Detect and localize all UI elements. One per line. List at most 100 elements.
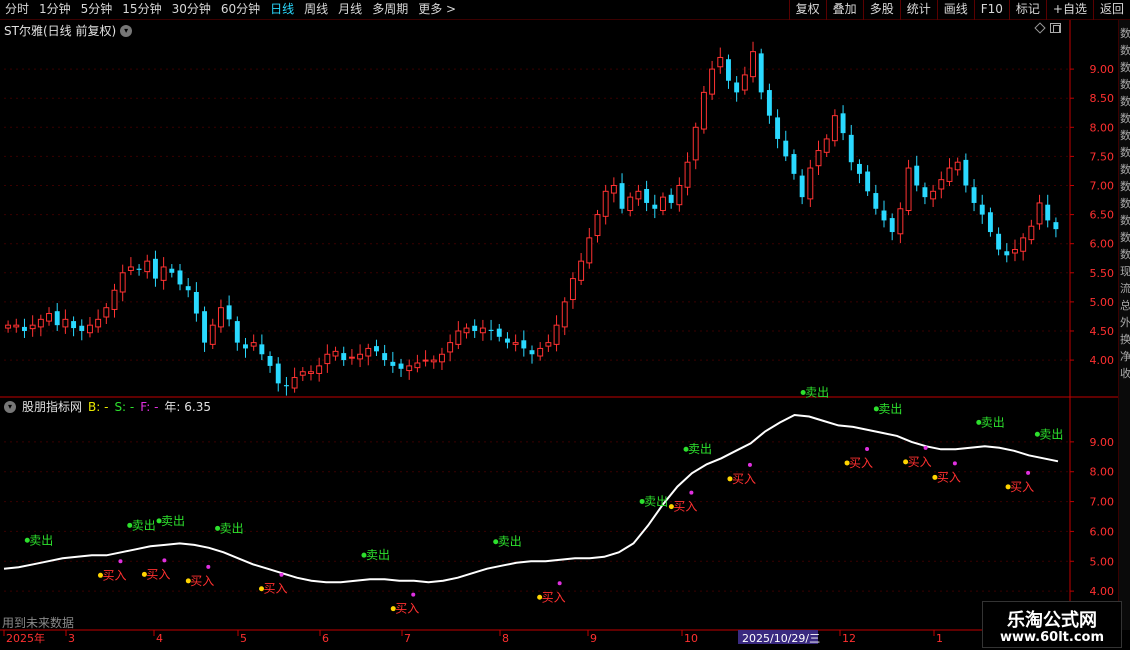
price-tick-label: 5.50 <box>1090 267 1115 280</box>
overlay-button[interactable]: 叠加 <box>825 0 863 20</box>
sell-signal-label: 卖出 <box>805 385 829 399</box>
buy-signal-label: 买入 <box>937 470 961 484</box>
side-info-item[interactable]: 数 <box>1120 79 1130 91</box>
add-watchlist-button[interactable]: +自选 <box>1045 0 1093 20</box>
indicator-s-value: S: - <box>114 399 135 414</box>
price-tick-label: 6.50 <box>1090 209 1115 222</box>
candle-body <box>209 324 216 345</box>
side-info-item[interactable]: 数 <box>1120 62 1130 74</box>
candle-body <box>1036 202 1043 225</box>
candle-body <box>111 289 118 310</box>
chevron-down-icon[interactable]: ▾ <box>4 400 16 413</box>
time-tick-label: 12 <box>842 632 856 645</box>
indicator-year-value: 年: 6.35 <box>164 400 211 414</box>
sell-signal-label: 卖出 <box>366 548 390 562</box>
tab-period-60min[interactable]: 60分钟 <box>216 0 265 20</box>
candle-body <box>357 353 364 360</box>
buy-signal-label: 买入 <box>673 500 697 514</box>
side-info-item[interactable]: 数 <box>1120 96 1130 108</box>
buy-signal-label: 买入 <box>102 568 126 582</box>
tab-period-15min[interactable]: 15分钟 <box>117 0 166 20</box>
back-button[interactable]: 返回 <box>1092 0 1130 20</box>
candle-body <box>382 353 388 361</box>
side-info-item[interactable]: 数 <box>1120 215 1130 227</box>
candle-body <box>873 193 879 209</box>
watermark-url: www.60lt.com <box>999 630 1105 645</box>
candle-body <box>86 324 93 334</box>
tab-period-multi[interactable]: 多周期 <box>367 0 413 20</box>
draw-line-button[interactable]: 画线 <box>936 0 974 20</box>
candle-body <box>177 270 183 285</box>
chart-canvas[interactable]: 9.00 8.50 8.00 7.50 7.00 6.50 6.00 5.50 5.00 4.50… <box>0 20 1118 650</box>
side-info-item[interactable]: 数 <box>1120 113 1130 125</box>
candle-body <box>226 305 232 320</box>
candle-body <box>398 363 404 369</box>
candle-body <box>1028 225 1035 241</box>
tab-period-monthly[interactable]: 月线 <box>333 0 367 20</box>
candle-body <box>479 327 486 334</box>
f-signal-dot <box>689 490 694 495</box>
side-info-item[interactable]: 流 <box>1120 283 1130 295</box>
candle-body <box>831 115 838 142</box>
side-info-item[interactable]: 总 <box>1120 300 1130 312</box>
candle-body <box>996 233 1002 250</box>
buy-signal-label: 买入 <box>264 582 288 596</box>
candle-body <box>438 353 445 363</box>
side-info-item[interactable]: 数 <box>1120 45 1130 57</box>
mark-button[interactable]: 标记 <box>1008 0 1046 20</box>
candle-body <box>676 184 683 206</box>
sell-signal-label: 卖出 <box>644 494 668 508</box>
candle-body <box>815 150 822 167</box>
tab-period-1min[interactable]: 1分钟 <box>34 0 76 20</box>
f10-button[interactable]: F10 <box>973 0 1009 20</box>
candle-body <box>37 318 44 328</box>
side-info-item[interactable]: 数 <box>1120 28 1130 40</box>
indicator-layer: 卖出卖出 卖出卖出卖出卖出卖出卖出卖出卖出卖出卖出买入 买入 买入买入买入买入买入买入… <box>3 385 1063 616</box>
side-info-item[interactable]: 数 <box>1120 181 1130 193</box>
candle-body <box>889 218 895 233</box>
candle-body <box>594 214 601 237</box>
candle-body <box>799 175 805 198</box>
candle-body <box>1045 204 1051 221</box>
candle-body <box>987 212 993 233</box>
side-info-item[interactable]: 数 <box>1120 232 1130 244</box>
price-tick-label: 4.50 <box>1090 325 1115 338</box>
candle-body <box>979 204 985 215</box>
candle-body <box>775 117 781 139</box>
f-signal-dot <box>206 564 211 569</box>
side-info-item[interactable]: 数 <box>1120 198 1130 210</box>
tab-period-fenshi[interactable]: 分时 <box>0 0 34 20</box>
period-tabs: 分时 1分钟 5分钟 15分钟 30分钟 60分钟 日线 周线 月线 多周期 更多 > <box>0 0 461 20</box>
side-info-item[interactable]: 净 <box>1120 351 1130 363</box>
indicator-tick-label: 4.00 <box>1090 585 1115 598</box>
side-info-item[interactable]: 数 <box>1120 147 1130 159</box>
side-info-panel[interactable]: 数数数数数数数数数数数数数数现流总外换净收 <box>1118 20 1130 630</box>
time-tick-label: 10 <box>684 632 698 645</box>
sell-signal-label: 卖出 <box>161 514 185 528</box>
side-info-item[interactable]: 收 <box>1120 368 1130 380</box>
side-info-item[interactable]: 换 <box>1120 334 1130 346</box>
candle-body <box>193 291 199 314</box>
side-info-item[interactable]: 数 <box>1120 130 1130 142</box>
candle-body <box>5 324 12 329</box>
tab-period-5min[interactable]: 5分钟 <box>76 0 118 20</box>
tab-period-weekly[interactable]: 周线 <box>299 0 333 20</box>
candle-body <box>414 362 421 369</box>
tab-period-daily[interactable]: 日线 <box>265 0 299 20</box>
tab-period-more[interactable]: 更多 > <box>413 0 461 20</box>
side-info-item[interactable]: 现 <box>1120 266 1130 278</box>
candle-body <box>455 330 462 345</box>
candle-body <box>545 342 552 347</box>
candle-body <box>95 318 102 328</box>
restore-rights-button[interactable]: 复权 <box>788 0 826 20</box>
f-signal-dot <box>118 559 123 564</box>
tab-period-30min[interactable]: 30分钟 <box>167 0 216 20</box>
side-info-item[interactable]: 数 <box>1120 249 1130 261</box>
price-tick-label: 9.00 <box>1090 63 1115 76</box>
side-info-item[interactable]: 数 <box>1120 164 1130 176</box>
multi-stock-button[interactable]: 多股 <box>862 0 900 20</box>
statistics-button[interactable]: 统计 <box>899 0 937 20</box>
candle-body <box>644 188 650 203</box>
price-tick-label: 8.50 <box>1090 92 1115 105</box>
side-info-item[interactable]: 外 <box>1120 317 1130 329</box>
